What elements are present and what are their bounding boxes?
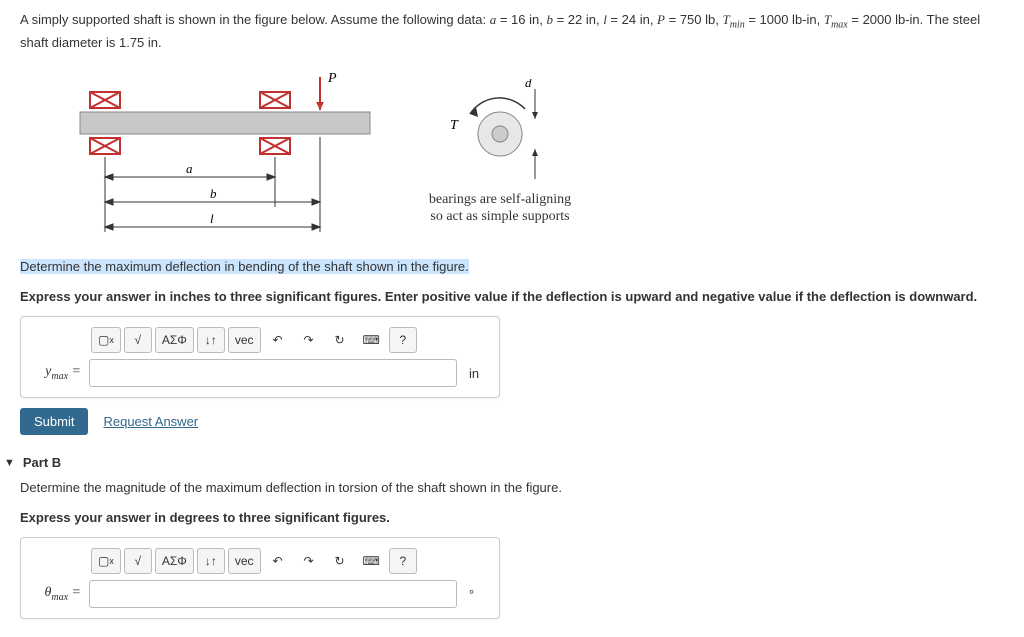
- unit-a: in: [469, 366, 489, 381]
- var-label-b: θmax =: [31, 585, 81, 603]
- unit-b: °: [469, 587, 489, 602]
- part-b-header[interactable]: ▼ Part B: [4, 455, 1004, 470]
- var-P: P: [657, 12, 665, 27]
- caret-down-icon[interactable]: ▼: [4, 457, 15, 469]
- keyboard-button[interactable]: ⌨: [357, 548, 386, 574]
- part-b-title: Part B: [23, 455, 61, 470]
- template-button[interactable]: ▢x: [91, 548, 121, 574]
- redo-button[interactable]: ↷: [295, 327, 323, 353]
- redo-button[interactable]: ↷: [295, 548, 323, 574]
- part-a-instruction: Express your answer in inches to three s…: [20, 287, 1004, 307]
- subsup-button[interactable]: ↓↑: [197, 548, 225, 574]
- var-label-a: ymax =: [31, 364, 81, 382]
- cross-section-group: T d bearings are self-aligning so act as…: [420, 79, 580, 226]
- vec-button[interactable]: vec: [228, 548, 261, 574]
- undo-button[interactable]: ↶: [264, 548, 292, 574]
- cross-section-diagram: T d: [420, 79, 580, 189]
- bearing-caption: bearings are self-aligning so act as sim…: [420, 192, 580, 226]
- vec-button[interactable]: vec: [228, 327, 261, 353]
- part-a-section: Determine the maximum deflection in bend…: [20, 257, 1004, 435]
- label-a: a: [186, 161, 193, 176]
- reset-button[interactable]: ↻: [326, 548, 354, 574]
- var-Tmax: T: [824, 12, 831, 27]
- answer-input-b[interactable]: [89, 580, 457, 608]
- label-l: l: [210, 211, 214, 226]
- template-button[interactable]: ▢x: [91, 327, 121, 353]
- greek-button[interactable]: ΑΣΦ: [155, 548, 194, 574]
- answer-box-a: ▢x √ ΑΣΦ ↓↑ vec ↶ ↷ ↻ ⌨ ? ymax = in: [20, 316, 500, 398]
- submit-button-a[interactable]: Submit: [20, 408, 88, 435]
- toolbar-a: ▢x √ ΑΣΦ ↓↑ vec ↶ ↷ ↻ ⌨ ?: [91, 327, 489, 353]
- var-Tmin: T: [722, 12, 729, 27]
- undo-button[interactable]: ↶: [264, 327, 292, 353]
- figure-area: P a b l T d bearings are sel: [60, 62, 1004, 242]
- problem-intro: A simply supported shaft is shown in the…: [20, 12, 490, 27]
- help-button[interactable]: ?: [389, 548, 417, 574]
- part-b-section: Determine the magnitude of the maximum d…: [20, 478, 1004, 619]
- toolbar-b: ▢x √ ΑΣΦ ↓↑ vec ↶ ↷ ↻ ⌨ ?: [91, 548, 489, 574]
- shaft-diagram: P a b l: [60, 62, 380, 242]
- reset-button[interactable]: ↻: [326, 327, 354, 353]
- request-answer-link-a[interactable]: Request Answer: [103, 414, 198, 429]
- help-button[interactable]: ?: [389, 327, 417, 353]
- subsup-button[interactable]: ↓↑: [197, 327, 225, 353]
- label-T: T: [450, 118, 459, 133]
- label-P: P: [327, 71, 337, 86]
- label-d: d: [525, 79, 532, 90]
- part-b-instruction: Express your answer in degrees to three …: [20, 508, 1004, 528]
- sqrt-button[interactable]: √: [124, 327, 152, 353]
- problem-statement: A simply supported shaft is shown in the…: [20, 10, 1004, 52]
- keyboard-button[interactable]: ⌨: [357, 327, 386, 353]
- part-b-question: Determine the magnitude of the maximum d…: [20, 478, 1004, 498]
- sqrt-button[interactable]: √: [124, 548, 152, 574]
- answer-input-a[interactable]: [89, 359, 457, 387]
- greek-button[interactable]: ΑΣΦ: [155, 327, 194, 353]
- part-a-question: Determine the maximum deflection in bend…: [20, 257, 1004, 277]
- answer-box-b: ▢x √ ΑΣΦ ↓↑ vec ↶ ↷ ↻ ⌨ ? θmax = °: [20, 537, 500, 619]
- label-b: b: [210, 186, 217, 201]
